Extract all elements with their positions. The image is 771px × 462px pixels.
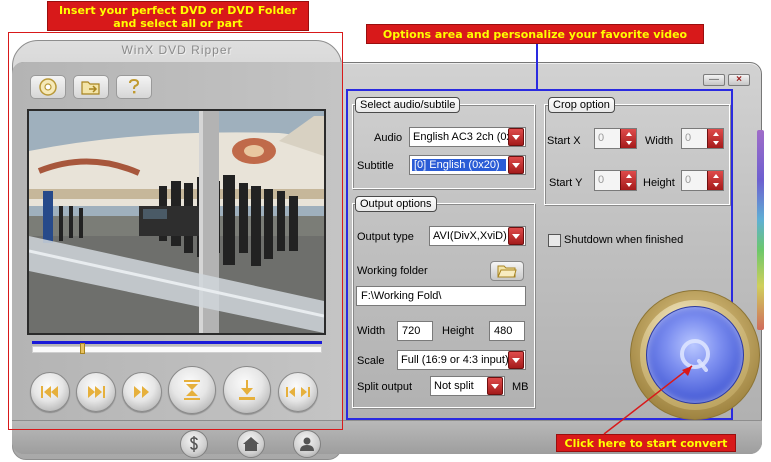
crop-width-spinner[interactable]: 0 bbox=[681, 128, 724, 149]
close-button[interactable]: × bbox=[728, 74, 750, 86]
chevron-down-icon bbox=[508, 128, 524, 146]
start-y-label: Start Y bbox=[549, 177, 583, 189]
insert-dvd-callout: Insert your perfect DVD or DVD Folder an… bbox=[47, 1, 309, 31]
arrow-up-icon[interactable] bbox=[621, 171, 636, 181]
output-type-select[interactable]: AVI(DivX,XviD) bbox=[429, 226, 526, 246]
crop-height-spinner[interactable]: 0 bbox=[681, 170, 724, 191]
arrow-down-icon[interactable] bbox=[708, 181, 723, 191]
working-folder-label: Working folder bbox=[357, 265, 428, 277]
subtitle-value: [0] English (0x20) bbox=[411, 158, 507, 172]
account-button[interactable] bbox=[293, 430, 321, 458]
audio-value: English AC3 2ch (0x bbox=[413, 131, 508, 143]
crop-width-value: 0 bbox=[685, 132, 692, 144]
browse-folder-button[interactable] bbox=[490, 261, 524, 281]
output-type-value: AVI(DivX,XviD) bbox=[433, 230, 507, 242]
arrow-down-icon[interactable] bbox=[621, 181, 636, 191]
crop-height-value: 0 bbox=[685, 174, 692, 186]
chevron-down-icon bbox=[487, 377, 503, 395]
start-x-spinner[interactable]: 0 bbox=[594, 128, 637, 149]
start-y-spinner[interactable]: 0 bbox=[594, 170, 637, 191]
spinner-buttons[interactable] bbox=[620, 129, 636, 148]
left-panel-callout-outline bbox=[8, 32, 343, 430]
decorative-color-strip bbox=[757, 130, 764, 330]
shutdown-label: Shutdown when finished bbox=[564, 234, 684, 246]
output-width-label: Width bbox=[357, 325, 386, 337]
folder-open-icon bbox=[497, 265, 517, 278]
audio-select[interactable]: English AC3 2ch (0x bbox=[409, 127, 526, 147]
crop-option-legend: Crop option bbox=[548, 97, 615, 113]
audio-subtitle-legend: Select audio/subtile bbox=[355, 97, 461, 113]
width-label: Width bbox=[645, 135, 674, 147]
start-x-value: 0 bbox=[598, 132, 605, 144]
arrow-up-icon[interactable] bbox=[621, 129, 636, 139]
home-button[interactable] bbox=[237, 430, 265, 458]
chevron-down-icon bbox=[508, 351, 524, 369]
person-icon bbox=[300, 437, 314, 451]
chevron-down-icon bbox=[508, 227, 524, 245]
output-height-label: Height bbox=[442, 325, 474, 337]
spinner-buttons[interactable] bbox=[620, 171, 636, 190]
insert-dvd-callout-line1: Insert your perfect DVD or DVD Folder bbox=[58, 4, 298, 17]
arrow-up-icon[interactable] bbox=[708, 171, 723, 181]
spinner-buttons[interactable] bbox=[707, 129, 723, 148]
output-height-input[interactable]: 480 bbox=[489, 321, 525, 341]
dollar-icon bbox=[190, 436, 198, 452]
arrow-down-icon[interactable] bbox=[708, 139, 723, 149]
output-type-label: Output type bbox=[357, 231, 414, 243]
audio-label: Audio bbox=[374, 132, 403, 144]
arrow-up-icon[interactable] bbox=[708, 129, 723, 139]
scale-select[interactable]: Full (16:9 or 4:3 input) bbox=[397, 350, 526, 370]
height-label: Height bbox=[643, 177, 675, 189]
working-folder-input[interactable]: F:\Working Fold\ bbox=[356, 286, 526, 306]
home-icon bbox=[243, 437, 259, 451]
start-callout-arrow bbox=[603, 365, 693, 435]
options-callout-connector bbox=[536, 44, 538, 90]
subtitle-select[interactable]: [0] English (0x20) bbox=[409, 155, 526, 175]
split-output-value: Not split bbox=[434, 380, 474, 392]
purchase-button[interactable] bbox=[180, 430, 208, 458]
chevron-down-icon bbox=[508, 156, 524, 174]
scale-value: Full (16:9 or 4:3 input) bbox=[401, 354, 508, 366]
start-x-label: Start X bbox=[547, 135, 581, 147]
split-output-select[interactable]: Not split bbox=[430, 376, 505, 396]
options-area-callout: Options area and personalize your favori… bbox=[366, 24, 704, 44]
start-y-value: 0 bbox=[598, 174, 605, 186]
insert-dvd-callout-line2: and select all or part bbox=[113, 17, 243, 30]
spinner-buttons[interactable] bbox=[707, 171, 723, 190]
split-output-label: Split output bbox=[357, 381, 413, 393]
output-width-input[interactable]: 720 bbox=[397, 321, 433, 341]
split-unit-label: MB bbox=[512, 381, 529, 393]
output-options-legend: Output options bbox=[355, 196, 437, 212]
subtitle-label: Subtitle bbox=[357, 160, 394, 172]
shutdown-checkbox[interactable] bbox=[548, 234, 561, 247]
arrow-down-icon[interactable] bbox=[621, 139, 636, 149]
minimize-button[interactable]: — bbox=[703, 74, 725, 86]
scale-label: Scale bbox=[357, 355, 385, 367]
start-convert-callout: Click here to start convert bbox=[556, 434, 736, 452]
